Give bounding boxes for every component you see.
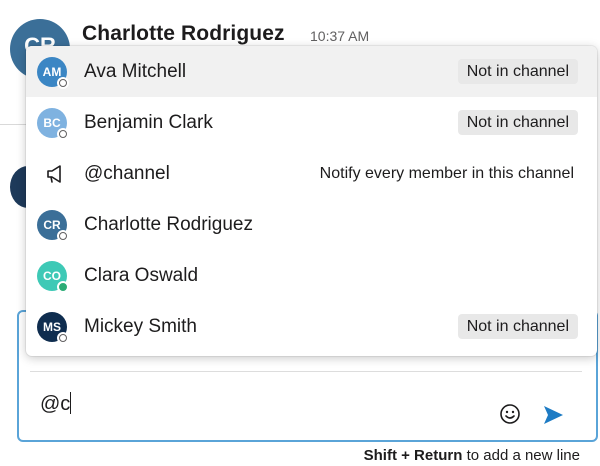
newline-hint: Shift + Return to add a new line xyxy=(364,447,580,464)
presence-indicator xyxy=(57,332,69,344)
smiley-icon xyxy=(500,404,520,424)
not-in-channel-badge: Not in channel xyxy=(457,314,578,339)
text-caret xyxy=(70,392,72,414)
presence-indicator xyxy=(57,128,69,140)
member-name: Mickey Smith xyxy=(84,315,197,337)
composer-divider xyxy=(30,371,582,372)
emoji-button[interactable] xyxy=(498,402,522,426)
not-in-channel-badge: Not in channel xyxy=(457,59,578,84)
member-name: Ava Mitchell xyxy=(84,60,187,82)
send-icon xyxy=(544,406,563,424)
avatar: CR xyxy=(37,210,69,242)
divider xyxy=(0,124,28,125)
send-button[interactable] xyxy=(540,402,566,428)
message-author[interactable]: Charlotte Rodriguez xyxy=(82,22,285,46)
member-name: Charlotte Rodriguez xyxy=(84,213,253,235)
message-time[interactable]: 10:37 AM xyxy=(310,28,369,44)
avatar: CO xyxy=(37,261,69,293)
message-input-value: @c xyxy=(40,393,71,415)
hint-text: to add a new line xyxy=(466,447,580,464)
presence-indicator xyxy=(57,281,69,293)
mention-item-ava-mitchell[interactable]: AM Ava Mitchell Not in channel xyxy=(26,46,597,97)
chat-view: CR Charlotte Rodriguez 10:37 AM @c Shift… xyxy=(0,0,600,466)
avatar: MS xyxy=(37,312,69,344)
member-name: Clara Oswald xyxy=(84,264,199,286)
avatar: BC xyxy=(37,108,69,140)
mention-item-clara-oswald[interactable]: CO Clara Oswald xyxy=(26,250,597,301)
mention-autocomplete-list: AM Ava Mitchell Not in channel BC Benjam… xyxy=(26,46,597,356)
hint-shortcut: Shift + Return xyxy=(363,447,463,464)
presence-indicator xyxy=(57,77,69,89)
mention-item-benjamin-clark[interactable]: BC Benjamin Clark Not in channel xyxy=(26,97,597,148)
channel-mention-description: Notify every member in this channel xyxy=(319,164,574,182)
not-in-channel-badge: Not in channel xyxy=(457,110,578,135)
message-input[interactable]: @c xyxy=(40,392,72,416)
member-name: Benjamin Clark xyxy=(84,111,213,133)
avatar: AM xyxy=(37,57,69,89)
mention-item-channel[interactable]: @channel Notify every member in this cha… xyxy=(26,148,597,199)
megaphone-icon xyxy=(47,165,61,183)
mention-item-mickey-smith[interactable]: MS Mickey Smith Not in channel xyxy=(26,301,597,352)
mention-item-charlotte-rodriguez[interactable]: CR Charlotte Rodriguez xyxy=(26,199,597,250)
presence-indicator xyxy=(57,230,69,242)
member-name: @channel xyxy=(84,162,170,184)
